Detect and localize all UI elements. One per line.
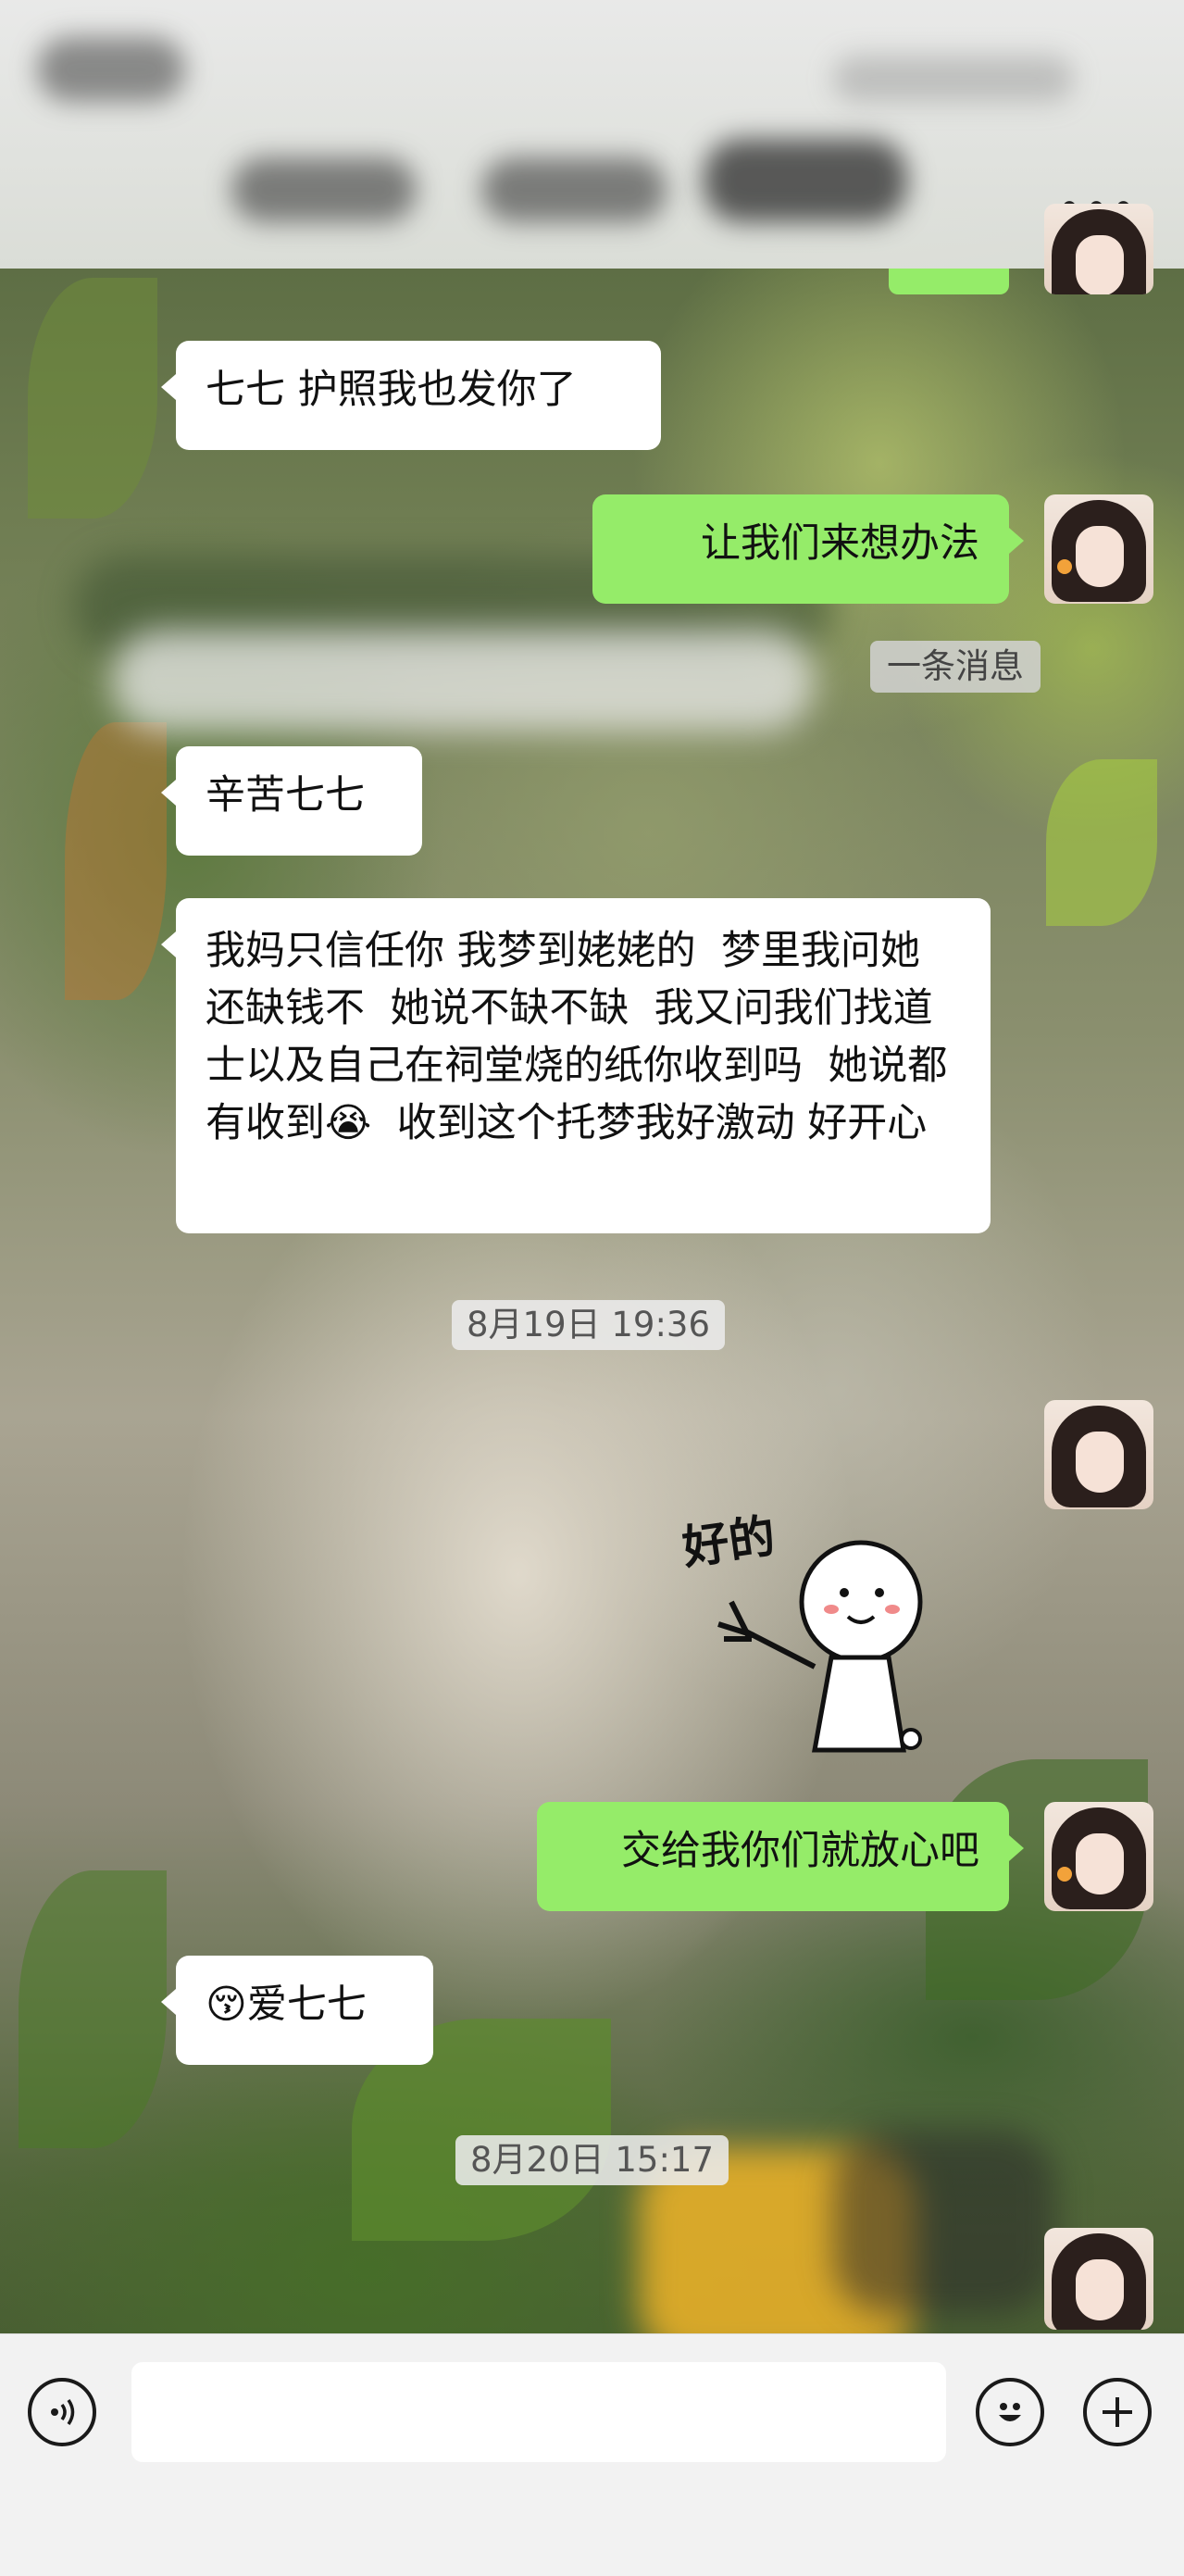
redacted-chat-title <box>231 157 417 222</box>
background-leaf <box>28 278 157 519</box>
avatar[interactable] <box>1044 204 1153 294</box>
redacted-chat-title <box>704 139 907 222</box>
message-bubble-incoming[interactable]: 我妈只信任你 我梦到姥姥的 梦里我问她 还缺钱不 她说不缺不缺 我又问我们找道士… <box>161 898 991 1233</box>
voice-input-button[interactable] <box>28 2378 96 2446</box>
redacted-chat-title <box>481 157 667 222</box>
redaction-blur <box>833 2130 1055 2315</box>
message-bubble-incoming[interactable]: 七七 护照我也发你了 <box>161 341 661 450</box>
message-bubble-outgoing[interactable]: 交给我你们就放心吧 <box>537 1802 1024 1911</box>
chat-input-bar <box>0 2333 1184 2576</box>
background-leaf <box>19 1870 167 2148</box>
redacted-status-icons <box>833 56 1074 102</box>
avatar[interactable] <box>1044 2228 1153 2330</box>
emoji-icon <box>999 2403 1021 2421</box>
message-bubble-incoming[interactable]: 辛苦七七 <box>161 746 422 856</box>
chat-header: ••• <box>0 0 1184 269</box>
message-timestamp: 8月19日 19:36 <box>452 1300 726 1350</box>
message-input[interactable] <box>131 2362 946 2462</box>
avatar[interactable] <box>1044 494 1153 604</box>
voice-icon <box>51 2399 75 2425</box>
message-bubble-outgoing[interactable]: 让我们来想办法 <box>592 494 1024 604</box>
sticker-text: 好的 <box>679 1509 779 1575</box>
system-message-note: 一条消息 <box>870 641 1041 693</box>
emoji-button[interactable] <box>976 2378 1044 2446</box>
more-functions-button[interactable] <box>1083 2378 1152 2446</box>
message-timestamp: 8月20日 15:17 <box>455 2135 729 2185</box>
partial-message-bubble <box>889 269 1009 294</box>
plus-icon <box>1103 2397 1132 2427</box>
avatar[interactable] <box>1044 1802 1153 1911</box>
ok-sticker-icon[interactable]: 好的 <box>676 1500 944 1759</box>
avatar[interactable] <box>1044 1400 1153 1509</box>
message-bubble-incoming[interactable]: 😚爱七七 <box>161 1956 433 2065</box>
redacted-status-bar <box>37 37 185 102</box>
background-leaf <box>65 722 167 1000</box>
background-leaf <box>1046 759 1157 926</box>
redaction-blur <box>111 630 815 732</box>
